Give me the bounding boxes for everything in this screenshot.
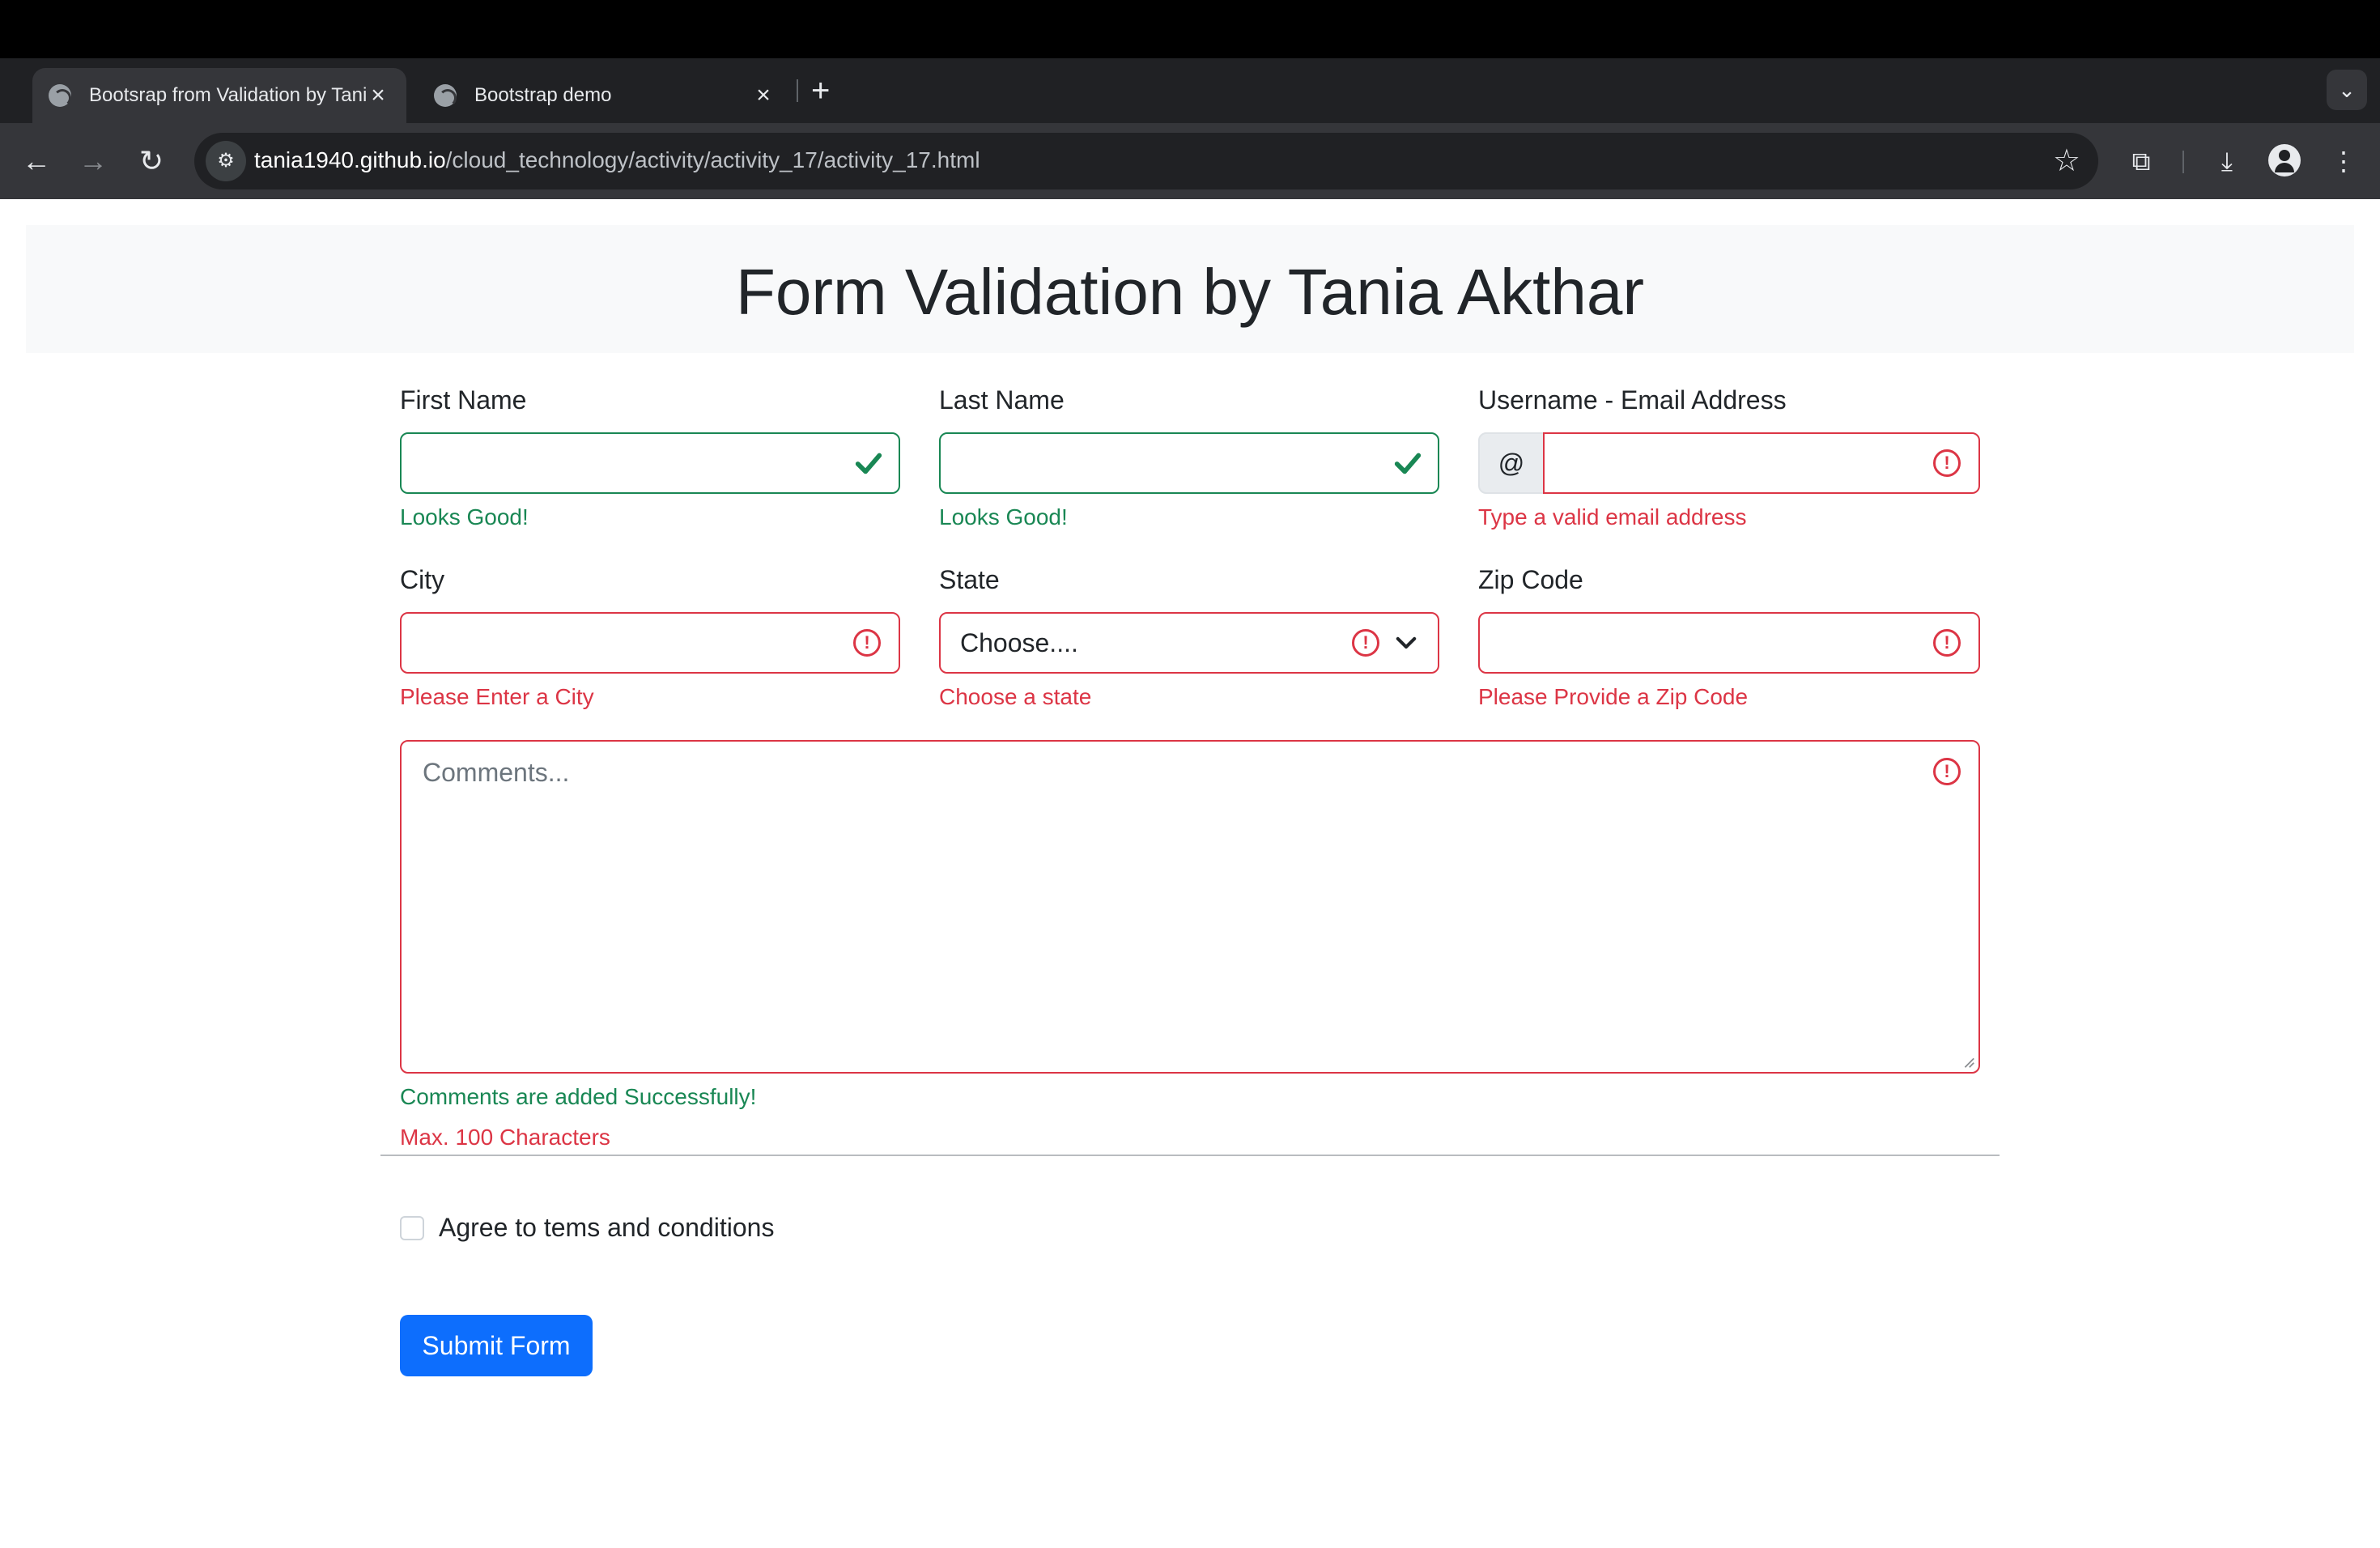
menu-icon[interactable]: ⋮ [2323,141,2364,181]
tab-inactive[interactable]: Bootstrap demo × [418,68,792,123]
city-feedback: Please Enter a City [400,684,594,709]
globe-icon [434,84,457,107]
address-bar[interactable]: ⚙ tania1940.github.io/cloud_technology/a… [194,133,2098,189]
tab-title: Bootsrap from Validation by Tania Akthar [89,84,366,106]
close-icon[interactable]: × [751,82,776,109]
screen-top-bar [0,0,2380,58]
agree-label[interactable]: Agree to tems and conditions [439,1211,774,1244]
alert-icon: ! [1933,449,1961,477]
new-tab-icon[interactable]: + [811,71,830,110]
check-icon [855,453,882,474]
divider [380,1155,2000,1156]
download-icon[interactable]: ⤓ [2207,141,2247,181]
url-host: tania1940.github.io [254,147,446,172]
first-name-feedback: Looks Good! [400,504,529,529]
tab-strip: Bootsrap from Validation by Tania Akthar… [0,58,2380,123]
site-info-icon[interactable]: ⚙ [206,141,246,181]
state-select[interactable]: Choose.... ! [939,612,1439,674]
zip-label: Zip Code [1478,565,1583,594]
username-feedback: Type a valid email address [1478,504,1747,529]
resize-grip-icon[interactable] [1961,1054,1975,1069]
url-text[interactable]: tania1940.github.io/cloud_technology/act… [254,147,980,173]
forward-icon[interactable]: → [73,141,113,181]
tab-active[interactable]: Bootsrap from Validation by Tania Akthar… [32,68,406,123]
page-title: Form Validation by Tania Akthar [735,256,1645,328]
zip-input[interactable]: ! [1478,612,1980,674]
city-label: City [400,565,445,594]
submit-button[interactable]: Submit Form [400,1315,593,1376]
at-sign-addon: @ [1478,432,1545,494]
chevron-down-icon [1396,636,1417,649]
comments-error-feedback: Max. 100 Characters [400,1125,610,1150]
extensions-icon[interactable]: ⧉ [2121,141,2161,181]
back-icon[interactable]: ← [16,141,57,181]
chevron-down-icon[interactable]: ⌄ [2327,70,2367,110]
username-email-input[interactable]: ! [1543,432,1980,494]
browser-toolbar: ← → ↻ ⚙ tania1940.github.io/cloud_techno… [0,123,2380,199]
alert-icon: ! [853,629,881,657]
last-name-input[interactable] [939,432,1439,494]
last-name-feedback: Looks Good! [939,504,1068,529]
profile-avatar-icon[interactable] [2268,144,2301,176]
reload-icon[interactable]: ↻ [131,141,172,181]
alert-icon: ! [1352,629,1379,657]
url-path: /cloud_technology/activity/activity_17/a… [445,147,980,172]
zip-feedback: Please Provide a Zip Code [1478,684,1749,709]
toolbar-separator [2182,151,2184,173]
comments-textarea[interactable]: Comments... ! [400,740,1980,1074]
globe-icon [49,84,71,107]
tab-title: Bootstrap demo [474,84,612,106]
city-input[interactable]: ! [400,612,900,674]
close-icon[interactable]: × [366,82,390,109]
check-icon [1394,453,1422,474]
comments-placeholder: Comments... [423,758,570,787]
alert-icon: ! [1933,758,1961,785]
first-name-input[interactable] [400,432,900,494]
state-selected-value: Choose.... [960,628,1078,657]
alert-icon: ! [1933,629,1961,657]
state-feedback: Choose a state [939,684,1092,709]
page-header: Form Validation by Tania Akthar [26,225,2354,353]
agree-checkbox[interactable] [400,1216,424,1240]
state-label: State [939,565,1000,594]
comments-success-feedback: Comments are added Successfully! [400,1084,757,1109]
username-label: Username - Email Address [1478,385,1787,415]
last-name-label: Last Name [939,385,1065,415]
bookmark-star-icon[interactable]: ☆ [2053,142,2080,180]
tab-divider [797,79,798,102]
first-name-label: First Name [400,385,527,415]
